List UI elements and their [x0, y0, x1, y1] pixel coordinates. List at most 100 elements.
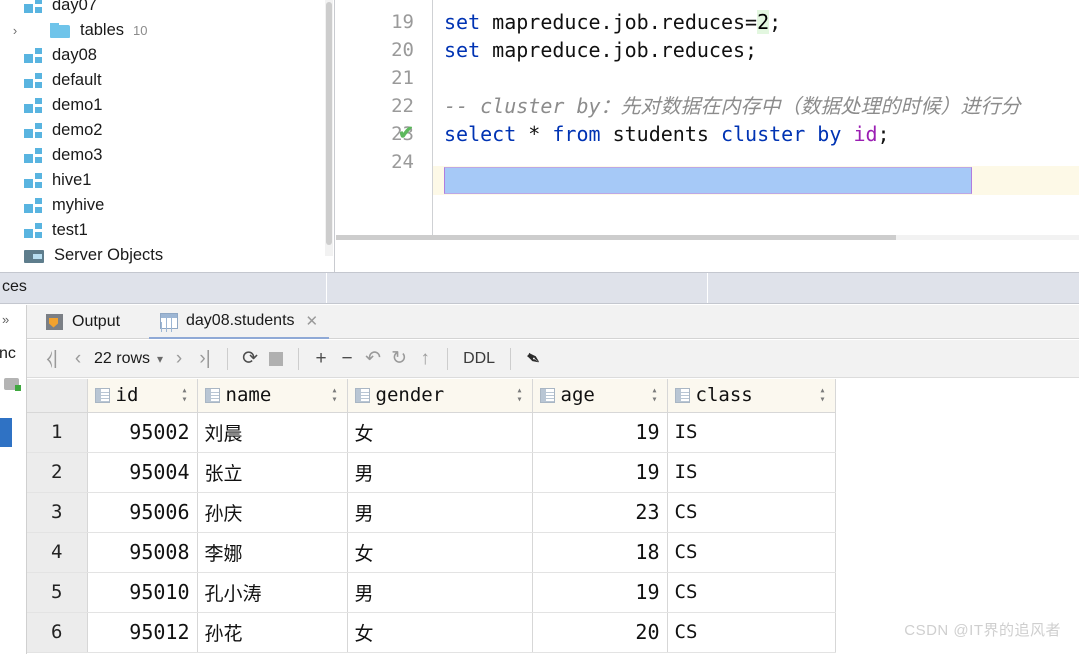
table-row[interactable]: 4 95008 李娜女 18 CS — [27, 532, 836, 573]
cell-class[interactable]: CS — [667, 532, 836, 573]
cell-age[interactable]: 19 — [532, 412, 668, 453]
cell-name[interactable]: 刘晨 — [197, 412, 348, 453]
cell-name[interactable]: 孙庆 — [197, 492, 348, 533]
sort-toggle-icon[interactable]: ▴ ▾ — [180, 386, 190, 405]
tree-item-day08[interactable]: day08 — [0, 43, 326, 68]
cell-id[interactable]: 95012 — [87, 612, 198, 653]
previous-page-button[interactable]: ‹ — [65, 344, 91, 374]
results-tab-output[interactable]: Output — [35, 305, 131, 339]
cell-gender[interactable]: 男 — [347, 572, 533, 613]
cell-name[interactable]: 张立 — [197, 452, 348, 493]
cell-class[interactable]: CS — [667, 612, 836, 653]
cell-name[interactable]: 孙花 — [197, 612, 348, 653]
editor-code-area[interactable]: set mapreduce.job.reduces=2; set mapreduc… — [434, 0, 1079, 240]
toolbar-separator-1 — [227, 347, 229, 370]
cell-id[interactable]: 95010 — [87, 572, 198, 613]
chevron-right-icon[interactable]: › — [6, 24, 24, 37]
tree-item-demo1[interactable]: demo1 — [0, 93, 326, 118]
editor-scrollbar-thumb[interactable] — [336, 235, 896, 240]
results-toolbar[interactable]: ⧼| ‹ 22 rows ▾ › ›| ⟳ + − ↶ ↻ ↑ DDL ✒ — [27, 340, 1079, 378]
cell-age[interactable]: 19 — [532, 452, 668, 493]
table-row[interactable]: 6 95012 孙花女 20 CS — [27, 612, 836, 653]
reload-icon[interactable]: ⟳ — [237, 344, 263, 374]
row-count-selector[interactable]: 22 rows ▾ — [91, 350, 166, 368]
editor-horizontal-scrollbar[interactable] — [336, 235, 1079, 240]
ddl-button[interactable]: DDL — [457, 350, 501, 368]
tree-item-test1[interactable]: test1 — [0, 218, 326, 243]
submit-icon[interactable]: ↻ — [386, 344, 412, 374]
cell-gender[interactable]: 男 — [347, 452, 533, 493]
table-row[interactable]: 2 95004 张立男 19 IS — [27, 452, 836, 493]
tree-item-default[interactable]: default — [0, 68, 326, 93]
cell-name[interactable]: 李娜 — [197, 532, 348, 573]
close-icon[interactable]: ✕ — [306, 312, 319, 330]
results-tab-bar[interactable]: Output day08.students ✕ — [27, 305, 1079, 339]
column-header-gender[interactable]: gender ▴ ▾ — [347, 379, 533, 413]
cell-name[interactable]: 孔小涛 — [197, 572, 348, 613]
tree-item-hive1[interactable]: hive1 — [0, 168, 326, 193]
result-data-grid[interactable]: id ▴ ▾ name ▴ ▾ gender ▴ ▾ age ▴ ▾ class ▴ ▾ 1 95002 刘晨女… — [27, 379, 1079, 654]
add-row-icon[interactable]: + — [308, 344, 334, 374]
window-tab-strip[interactable]: ces — [0, 272, 1079, 304]
table-row[interactable]: 3 95006 孙庆男 23 CS — [27, 492, 836, 533]
cell-age[interactable]: 20 — [532, 612, 668, 653]
cell-gender[interactable]: 女 — [347, 612, 533, 653]
cell-id[interactable]: 95008 — [87, 532, 198, 573]
code-line-23[interactable]: select * from students cluster by id; — [444, 120, 890, 148]
column-header-age[interactable]: age ▴ ▾ — [532, 379, 668, 413]
column-header-class[interactable]: class ▴ ▾ — [667, 379, 836, 413]
tree-item-myhive[interactable]: myhive — [0, 193, 326, 218]
cell-id[interactable]: 95002 — [87, 412, 198, 453]
cell-id[interactable]: 95004 — [87, 452, 198, 493]
code-line-19[interactable]: set mapreduce.job.reduces=2; — [444, 8, 781, 36]
column-header-name[interactable]: name ▴ ▾ — [197, 379, 348, 413]
tabstrip-segment-mid[interactable] — [328, 273, 708, 303]
tree-item-demo3[interactable]: demo3 — [0, 143, 326, 168]
upload-icon[interactable]: ↑ — [412, 344, 438, 374]
cell-gender[interactable]: 女 — [347, 532, 533, 573]
sort-toggle-icon[interactable]: ▴ ▾ — [818, 386, 828, 405]
cell-class[interactable]: IS — [667, 412, 836, 453]
cell-gender[interactable]: 女 — [347, 412, 533, 453]
sort-toggle-icon[interactable]: ▴ ▾ — [515, 386, 525, 405]
cell-class[interactable]: IS — [667, 452, 836, 493]
tree-item-demo2[interactable]: demo2 — [0, 118, 326, 143]
statement-ok-check-icon[interactable]: ✔ — [398, 120, 428, 148]
cell-age[interactable]: 18 — [532, 532, 668, 573]
table-row[interactable]: 5 95010 孔小涛男 19 CS — [27, 572, 836, 613]
sort-toggle-icon[interactable]: ▴ ▾ — [650, 386, 660, 405]
stop-button[interactable] — [263, 344, 289, 374]
table-row[interactable]: 1 95002 刘晨女 19 IS — [27, 412, 836, 453]
cell-gender[interactable]: 男 — [347, 492, 533, 533]
code-line-20[interactable]: set mapreduce.job.reduces; — [444, 36, 757, 64]
tabstrip-segment-left[interactable]: ces — [0, 273, 327, 303]
code-token: 2 — [757, 10, 770, 34]
results-tab-day08-students[interactable]: day08.students ✕ — [149, 305, 330, 339]
cell-age[interactable]: 19 — [532, 572, 668, 613]
stop-icon — [269, 351, 284, 366]
tabstrip-segment-right[interactable] — [709, 273, 1079, 303]
chevron-down-icon[interactable]: ▾ — [157, 352, 163, 366]
cell-class[interactable]: CS — [667, 572, 836, 613]
pin-icon[interactable]: ✒ — [514, 339, 553, 378]
tree-scrollbar-thumb[interactable] — [326, 2, 332, 245]
delete-row-icon[interactable]: − — [334, 344, 360, 374]
expand-chevron-icon[interactable]: » — [2, 312, 9, 327]
tree-item-day07[interactable]: day07 — [0, 0, 326, 18]
cell-class[interactable]: CS — [667, 492, 836, 533]
tree-item-label: demo1 — [52, 96, 103, 114]
first-page-button[interactable]: ⧼| — [39, 344, 65, 374]
tree-vertical-scrollbar[interactable] — [325, 0, 333, 256]
code-line-22[interactable]: -- cluster by：先对数据在内存中（数据处理的时候）进行分 — [444, 92, 1021, 120]
sort-toggle-icon[interactable]: ▴ ▾ — [330, 386, 340, 405]
tree-item-server-objects[interactable]: Server Objects — [0, 243, 326, 268]
tree-item-tables[interactable]: › tables 10 — [0, 18, 326, 43]
tree-item-label: demo2 — [52, 121, 103, 139]
sql-editor-panel[interactable]: set mapreduce.job.reduces=2; set mapreduc… — [336, 0, 1079, 240]
cell-age[interactable]: 23 — [532, 492, 668, 533]
cell-id[interactable]: 95006 — [87, 492, 198, 533]
revert-icon[interactable]: ↶ — [360, 344, 386, 374]
column-header-id[interactable]: id ▴ ▾ — [87, 379, 198, 413]
last-page-button[interactable]: ›| — [192, 344, 218, 374]
next-page-button[interactable]: › — [166, 344, 192, 374]
